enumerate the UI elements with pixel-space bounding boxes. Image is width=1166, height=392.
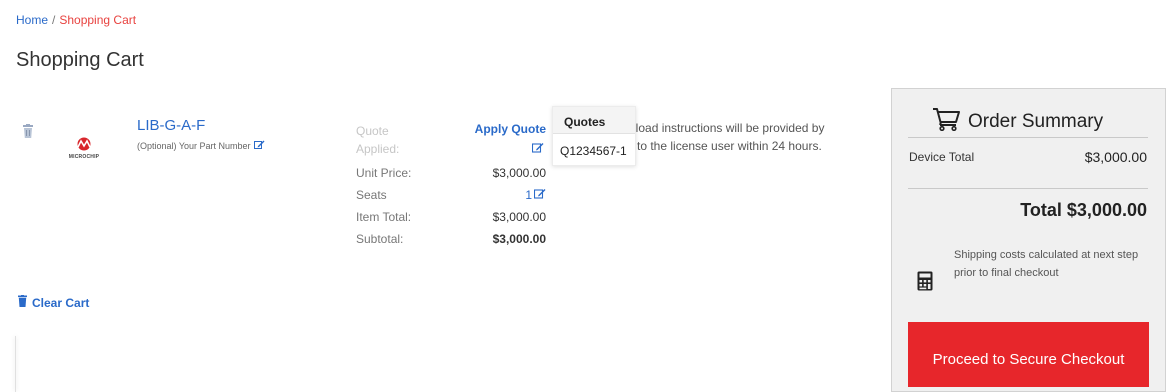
quotes-popover-header: Quotes [553,107,635,134]
trash-icon [18,295,27,310]
part-number: (Optional) Your Part Number [137,140,265,152]
quote-option[interactable]: Q1234567-1 [560,144,627,158]
clear-cart-label: Clear Cart [32,295,90,310]
edit-icon[interactable] [531,142,544,156]
edit-icon[interactable] [253,140,265,152]
edit-icon[interactable] [533,188,546,202]
item-total-label: Item Total: [356,210,412,224]
order-total: Total $3,000.00 [1020,200,1147,220]
apply-quote-link[interactable]: Apply Quote [475,122,546,136]
breadcrumb-home-link[interactable]: Home [16,13,48,27]
cart-icon [932,107,962,137]
clear-cart-button[interactable]: Clear Cart [18,295,89,310]
item-total-value: $3,000.00 [492,210,546,224]
shipping-note: Shipping costs calculated at next step p… [954,249,1139,279]
trash-icon[interactable] [22,124,34,139]
calculator-icon [917,271,933,291]
quote-applied-label: Quote Applied: [356,124,400,156]
order-summary-heading: Order Summary [968,111,1104,132]
part-number-label: (Optional) Your Part Number [137,141,251,151]
unit-price-value: $3,000.00 [492,166,546,180]
proceed-to-checkout-button[interactable]: Proceed to Secure Checkout [908,322,1149,387]
product-name-link[interactable]: LIB-G-A-F [137,117,205,134]
breadcrumb-separator: / [52,13,56,27]
download-note: Download instructions will be provided b… [605,121,825,153]
divider [15,336,16,392]
subtotal-label: Subtotal: [356,232,404,246]
unit-price-label: Unit Price: [356,166,412,180]
device-total-label: Device Total [909,150,975,164]
product-logo: MICROCHIP [56,137,112,163]
subtotal-value: $3,000.00 [492,232,546,246]
order-summary-panel: Order Summary Device Total $3,000.00 Tot… [891,88,1166,392]
order-summary-title: Order Summary [932,107,1103,137]
device-total-value: $3,000.00 [1084,149,1147,165]
seats-value-group[interactable]: 1 [525,188,546,202]
breadcrumb-current: Shopping Cart [59,13,137,27]
microchip-logo-icon [77,137,91,151]
logo-text: MICROCHIP [68,154,100,160]
quote-row: Quote Applied: Apply Quote [356,122,546,158]
summary-divider [908,137,1148,138]
seats-value: 1 [525,188,532,202]
summary-divider [908,188,1148,189]
page-title: Shopping Cart [16,49,144,71]
breadcrumb: Home / Shopping Cart [16,13,136,27]
quotes-popover: Quotes Q1234567-1 [552,106,636,166]
seats-label: Seats [356,188,387,202]
